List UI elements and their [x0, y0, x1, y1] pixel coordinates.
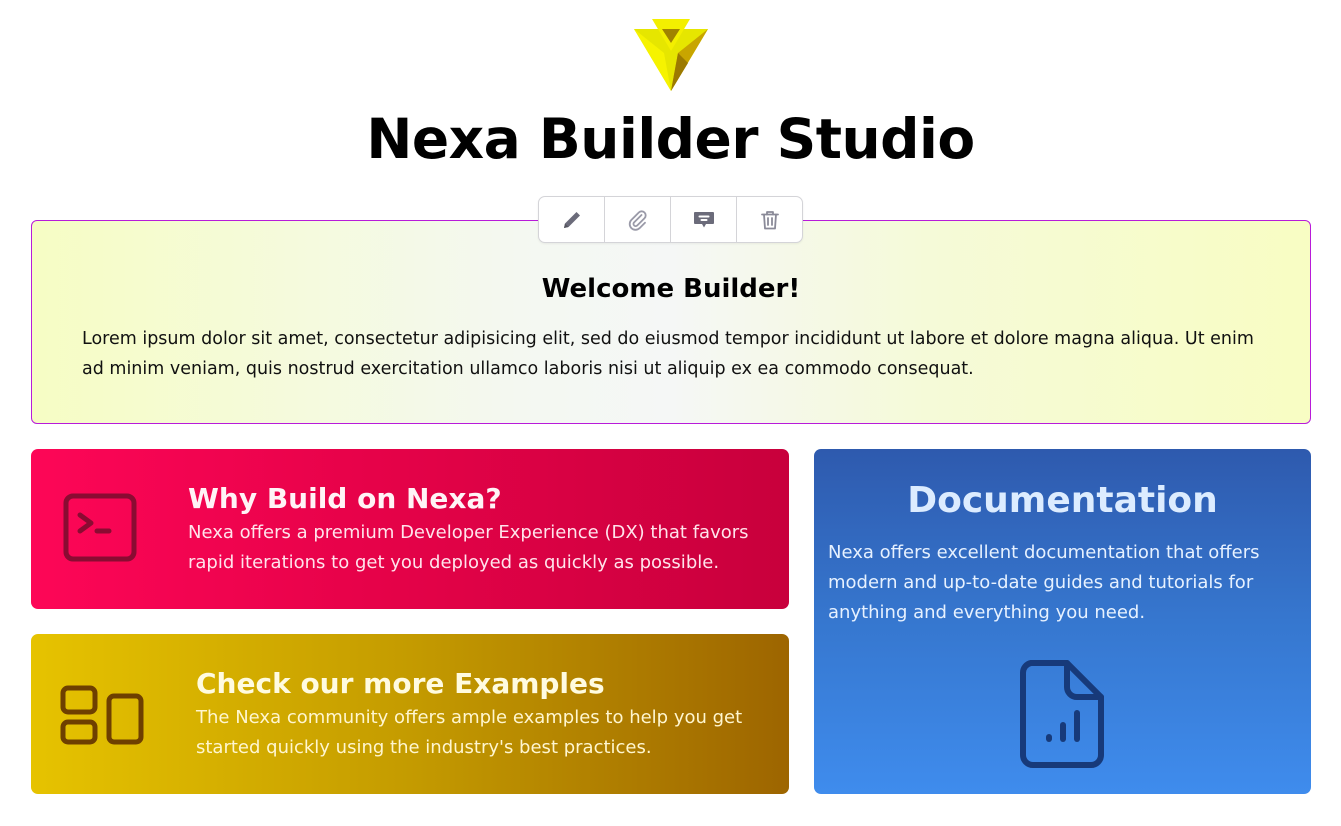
edit-button[interactable]: [539, 197, 605, 242]
why-build-card[interactable]: Why Build on Nexa? Nexa offers a premium…: [31, 449, 789, 609]
delete-button[interactable]: [737, 197, 802, 242]
documentation-title: Documentation: [907, 480, 1218, 521]
app-title: Nexa Builder Studio: [366, 107, 975, 171]
documentation-text: Nexa offers excellent documentation that…: [828, 542, 1260, 623]
pencil-icon: [563, 211, 580, 228]
layout-grid-icon: [60, 685, 144, 745]
welcome-title: Welcome Builder!: [541, 274, 801, 304]
comment-button[interactable]: [671, 197, 737, 242]
why-build-text: Nexa offers a premium Developer Experien…: [188, 522, 749, 573]
welcome-body: Lorem ipsum dolor sit amet, consectetur …: [82, 329, 1254, 379]
why-build-title: Why Build on Nexa?: [188, 482, 502, 515]
paperclip-icon: [628, 209, 647, 231]
document-chart-icon: [1020, 660, 1104, 768]
nexa-logo-icon: [634, 17, 708, 91]
examples-card[interactable]: Check our more Examples The Nexa communi…: [31, 634, 789, 794]
terminal-icon: [63, 493, 137, 562]
attach-button[interactable]: [605, 197, 671, 242]
examples-title: Check our more Examples: [196, 667, 605, 700]
block-toolbar: [538, 196, 803, 243]
welcome-block[interactable]: Welcome Builder! Lorem ipsum dolor sit a…: [31, 220, 1311, 424]
examples-text: The Nexa community offers ample examples…: [196, 707, 743, 758]
comment-icon: [693, 211, 714, 227]
trash-icon: [760, 210, 779, 229]
documentation-card[interactable]: Documentation Nexa offers excellent docu…: [814, 449, 1311, 794]
